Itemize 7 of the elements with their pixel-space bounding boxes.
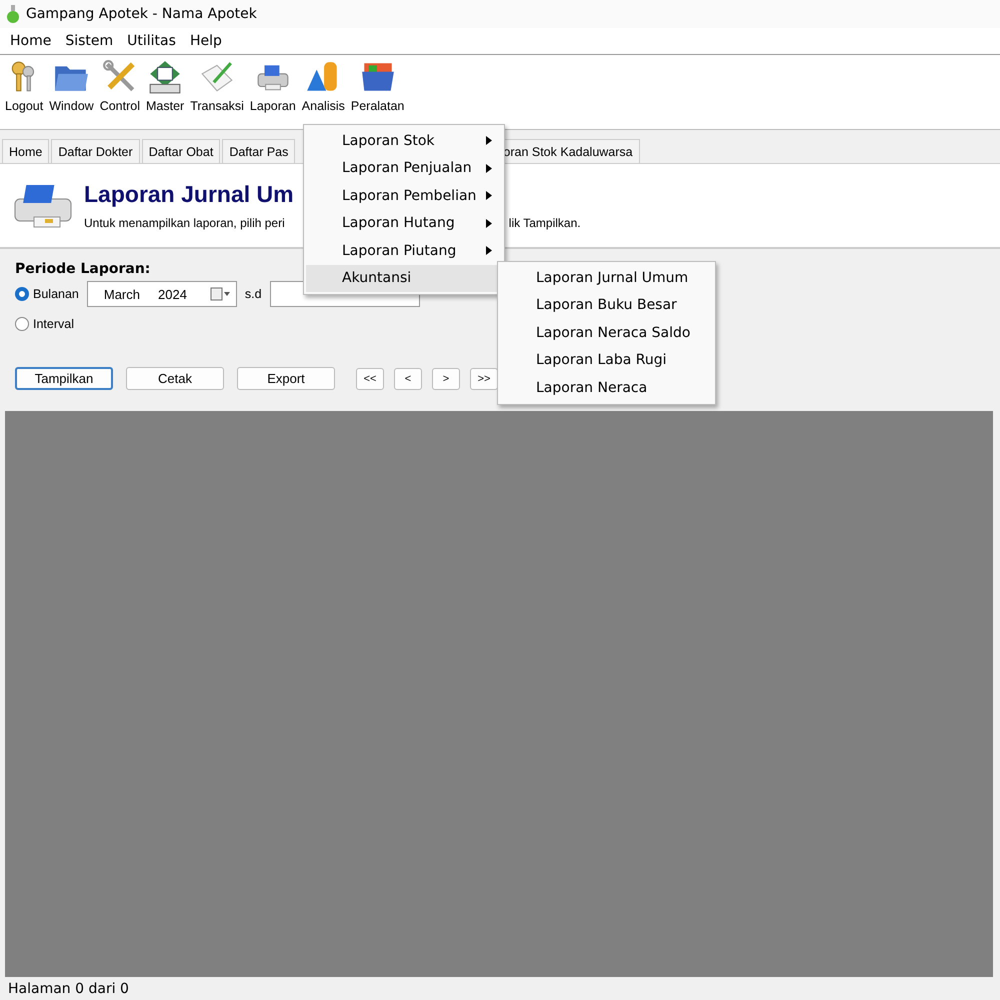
window-title: Gampang Apotek - Nama Apotek (26, 6, 257, 22)
page-title: Laporan Jurnal Um (84, 181, 294, 208)
until-label: s.d (244, 287, 262, 301)
period-label: Periode Laporan: (15, 261, 150, 277)
description-text: lik Tampilkan. (508, 216, 581, 230)
status-text: Halaman 0 dari 0 (8, 980, 129, 996)
description-text: Untuk menampilkan laporan, pilih peri (84, 216, 285, 230)
